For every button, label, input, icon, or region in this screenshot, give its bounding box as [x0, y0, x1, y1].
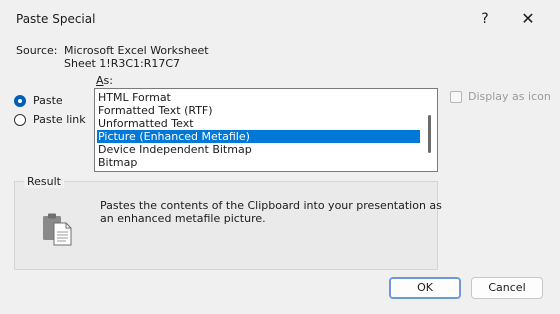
cancel-button[interactable]: Cancel	[471, 277, 543, 299]
as-label: As:	[96, 74, 113, 87]
display-as-icon-checkbox[interactable]	[450, 90, 462, 103]
paste-link-radio-option[interactable]: Paste link	[14, 113, 86, 126]
paste-special-dialog: Paste Special ? ✕ Source: Microsoft Exce…	[0, 0, 560, 314]
format-item-selected[interactable]: Picture (Enhanced Metafile)	[97, 130, 420, 143]
dialog-title: Paste Special	[16, 12, 96, 26]
result-description-line2: an enhanced metafile picture.	[100, 212, 266, 225]
ok-button[interactable]: OK	[389, 277, 461, 299]
display-as-icon-label: Display as icon	[468, 90, 551, 103]
format-item[interactable]: Device Independent Bitmap	[97, 143, 420, 156]
result-group	[14, 181, 438, 270]
result-legend: Result	[24, 175, 64, 188]
paste-link-radio-label: Paste link	[33, 113, 86, 126]
paste-radio[interactable]	[14, 94, 26, 107]
list-scrollbar-thumb[interactable]	[428, 115, 431, 153]
format-item[interactable]: HTML Format	[97, 91, 420, 104]
paste-link-radio[interactable]	[14, 113, 26, 126]
format-item[interactable]: Unformatted Text	[97, 117, 420, 130]
paste-radio-option[interactable]: Paste	[14, 94, 63, 107]
help-button[interactable]: ?	[474, 8, 496, 30]
close-button[interactable]: ✕	[515, 8, 541, 30]
format-item[interactable]: Bitmap	[97, 156, 420, 169]
display-as-icon-option[interactable]: Display as icon	[450, 90, 551, 103]
clipboard-picture-icon	[43, 213, 72, 246]
source-range: Sheet 1!R3C1:R17C7	[64, 57, 181, 70]
source-label: Source:	[16, 44, 58, 57]
paste-radio-label: Paste	[33, 94, 63, 107]
format-item[interactable]: Formatted Text (RTF)	[97, 104, 420, 117]
source-type: Microsoft Excel Worksheet	[64, 44, 209, 57]
result-description-line1: Pastes the contents of the Clipboard int…	[100, 199, 442, 212]
format-list[interactable]: HTML Format Formatted Text (RTF) Unforma…	[94, 88, 438, 172]
